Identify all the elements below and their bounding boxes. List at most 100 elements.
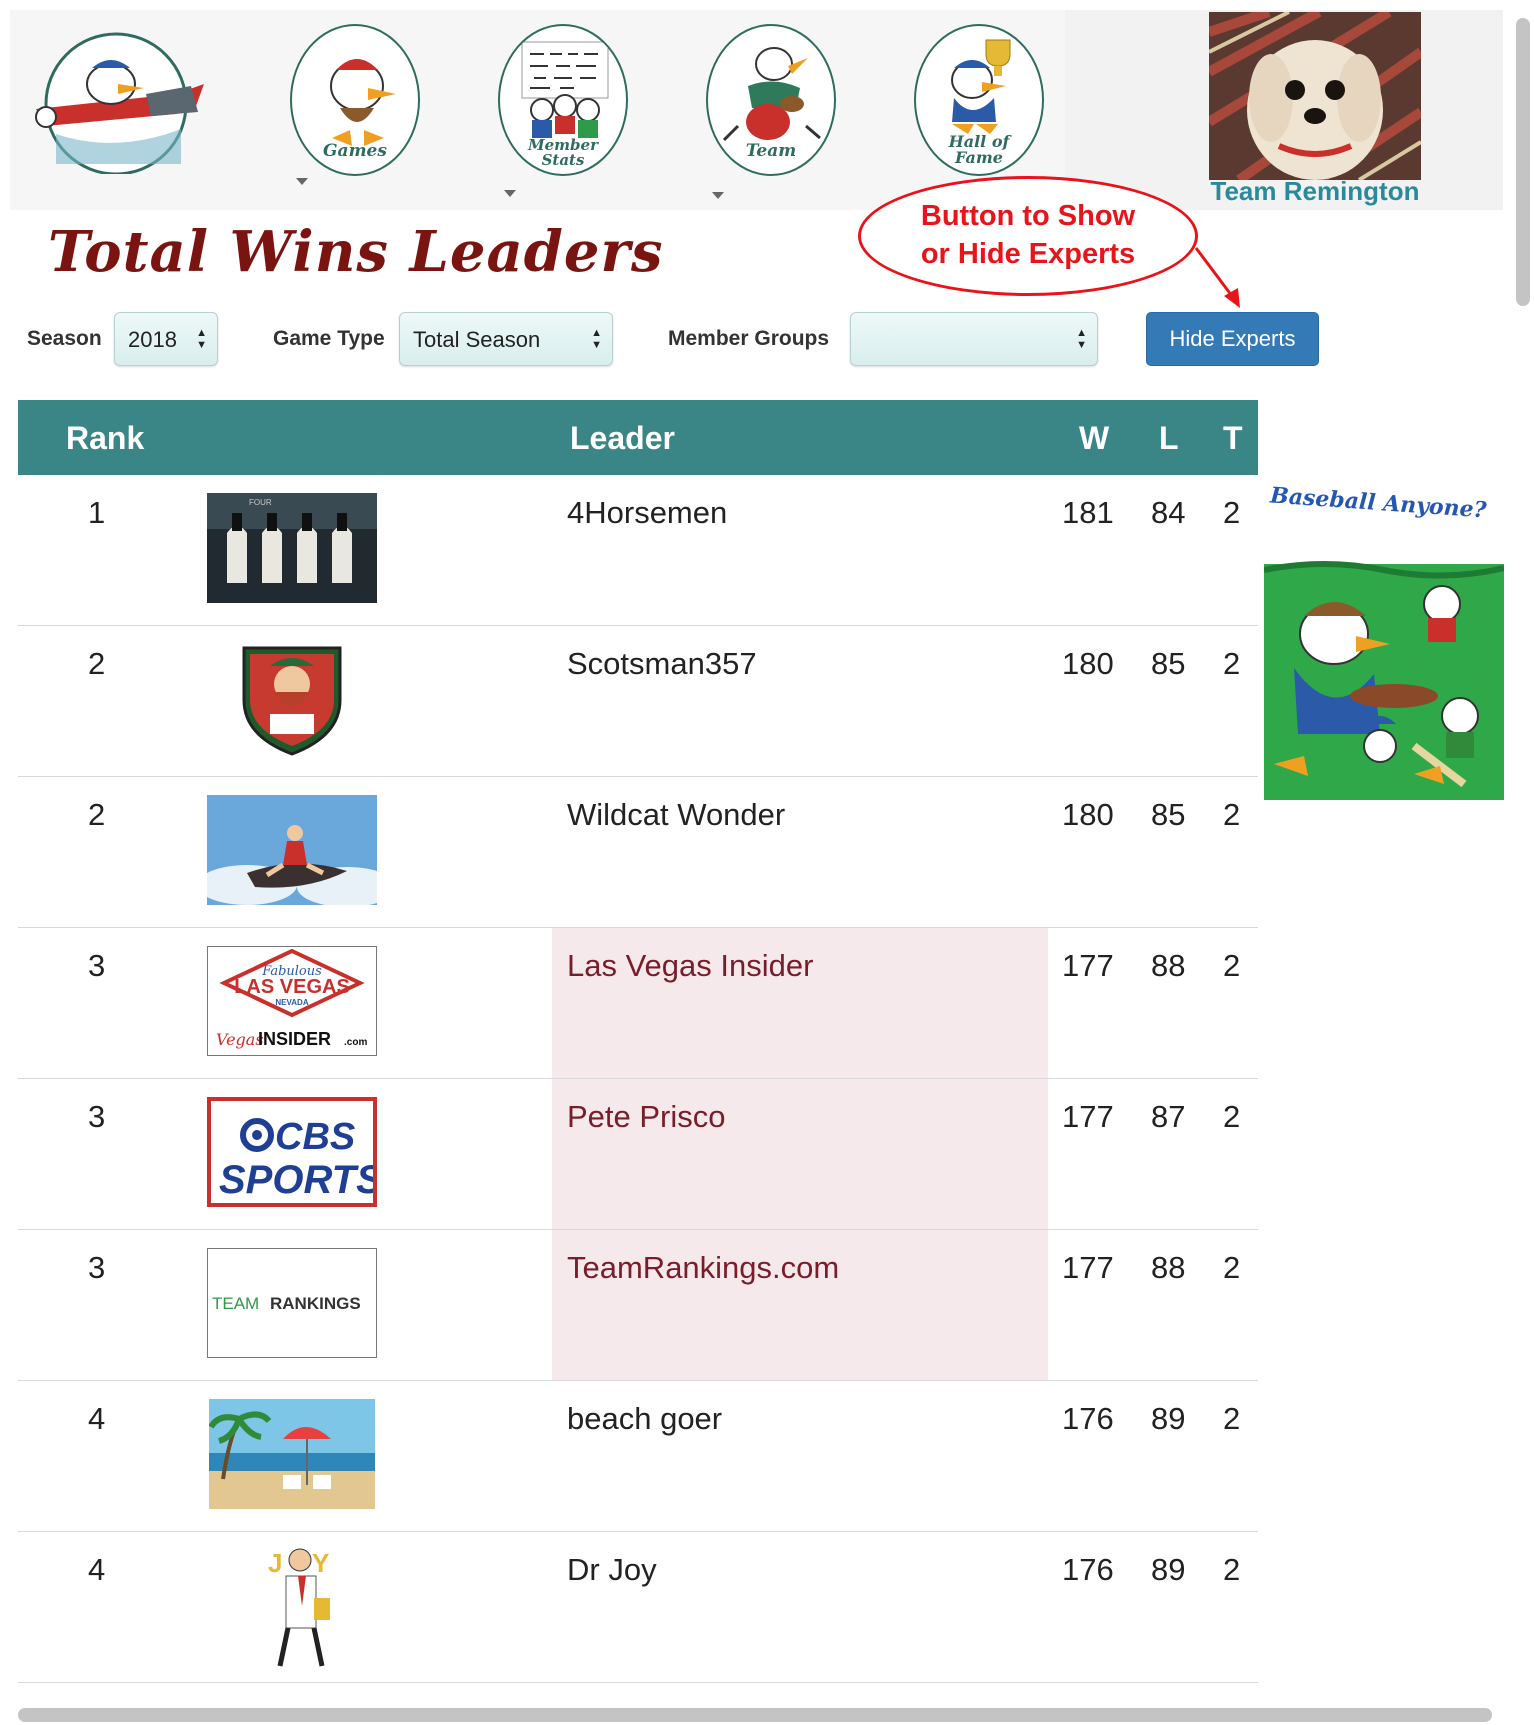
rank-cell: 4 [88,1401,106,1436]
beach-painting-avatar[interactable] [209,1399,375,1509]
ties-cell: 2 [1223,1401,1241,1436]
annotation-line-2: or Hide Experts [920,238,1136,270]
wins-cell: 176 [1062,1552,1114,1587]
leader-column-header[interactable]: Leader [570,420,675,456]
t-column-header[interactable]: T [1223,420,1243,456]
nav-games[interactable]: Games [290,24,420,176]
ties-cell: 2 [1223,948,1241,983]
member-groups-label: Member Groups [668,327,830,350]
losses-cell: 87 [1151,1099,1186,1134]
leader-name-link[interactable]: Scotsman357 [567,646,757,682]
wins-cell: 177 [1062,1250,1114,1285]
four-horsemen-text: FOUR [249,498,272,507]
cbs-text: CBS [275,1116,355,1158]
table-row: 2 Scotsman357 180 85 2 [18,626,1258,777]
wins-cell: 176 [1062,1401,1114,1436]
leader-name-link[interactable]: TeamRankings.com [567,1250,839,1286]
nav-hall-of-fame[interactable]: Hall of Fame [914,24,1044,176]
w-column-header[interactable]: W [1079,420,1109,456]
rank-cell: 3 [88,1099,106,1134]
team-dropdown-caret-icon[interactable] [712,192,724,199]
game-type-select[interactable]: Total Season ▲ ▼ [399,312,613,366]
teamrankings-logo[interactable]: TEAM RANKINGS [207,1248,377,1358]
ad-illustration [1264,484,1504,800]
games-dropdown-caret-icon[interactable] [296,178,308,185]
member-groups-select[interactable]: ▲ ▼ [850,312,1098,366]
ties-cell: 2 [1223,797,1241,832]
losses-cell: 84 [1151,495,1186,530]
game-type-label: Game Type [273,327,385,350]
four-horsemen-avatar[interactable]: FOUR [207,493,377,603]
scotsman-shield-avatar[interactable] [240,644,344,756]
select-arrows-icon: ▲ ▼ [196,327,207,351]
lv-insider-text: INSIDER [258,1029,331,1049]
rank-cell: 1 [88,495,106,530]
losses-cell: 88 [1151,948,1186,983]
season-label: Season [27,327,102,350]
member-stats-dropdown-caret-icon[interactable] [504,190,516,197]
season-select-value: 2018 [128,327,177,352]
hide-experts-button[interactable]: Hide Experts [1146,312,1319,366]
nav-member-stats[interactable]: Member Stats [498,24,628,176]
leader-name-link[interactable]: Wildcat Wonder [567,797,785,833]
cbs-sports-logo[interactable]: CBS SPORTS [207,1097,377,1207]
lv-las-vegas-text: LAS VEGAS [234,976,350,998]
nav-games-label: Games [323,141,387,161]
dr-joy-avatar[interactable]: J Y [258,1546,354,1670]
season-select[interactable]: 2018 ▲ ▼ [114,312,218,366]
losses-cell: 89 [1151,1552,1186,1587]
table-row-expert: 3 CBS SPORTS Pete Prisco 177 87 2 [18,1079,1258,1230]
leader-name-link[interactable]: beach goer [567,1401,722,1437]
leader-name-link[interactable]: Pete Prisco [567,1099,726,1135]
ties-cell: 2 [1223,646,1241,681]
joy-y-text: Y [312,1548,329,1578]
l-column-header[interactable]: L [1159,420,1179,456]
wins-cell: 180 [1062,646,1114,681]
rank-cell: 4 [88,1552,106,1587]
pinup-plane-avatar[interactable] [207,795,377,905]
nav-hall-of-fame-label: Hall of Fame [948,132,1010,167]
table-row: 1 FOUR 4Horsemen 181 84 2 [18,475,1258,626]
sports-text: SPORTS [219,1158,373,1202]
losses-cell: 85 [1151,797,1186,832]
baseball-anyone-ad[interactable]: Baseball Anyone? [1264,484,1504,800]
annotation-arrow-icon [1194,247,1240,308]
wins-cell: 181 [1062,495,1114,530]
annotation-line-1: Button to Show [920,200,1136,232]
select-arrows-icon: ▲ ▼ [1076,327,1087,351]
joy-j-text: J [268,1548,282,1578]
leader-name-link[interactable]: Las Vegas Insider [567,948,813,984]
lv-nevada-text: NEVADA [275,998,308,1007]
losses-cell: 88 [1151,1250,1186,1285]
team-avatar-photo[interactable] [1209,12,1421,180]
site-logo-plane[interactable] [26,24,216,176]
rankings-text: RANKINGS [270,1294,361,1313]
vertical-scrollbar-thumb[interactable] [1516,18,1530,306]
team-text: TEAM [212,1294,259,1313]
table-row-expert: 3 Fabulous LAS VEGAS NEVADA Vegas INSIDE… [18,928,1258,1079]
ties-cell: 2 [1223,495,1241,530]
nav-team-label: Team [745,141,797,161]
lv-com-text: .com [344,1037,367,1048]
las-vegas-insider-logo[interactable]: Fabulous LAS VEGAS NEVADA Vegas INSIDER … [207,946,377,1056]
leader-name-link[interactable]: Dr Joy [567,1552,657,1588]
losses-cell: 85 [1151,646,1186,681]
select-arrows-icon: ▲ ▼ [591,327,602,351]
horizontal-scrollbar-thumb[interactable] [18,1708,1492,1722]
wins-cell: 180 [1062,797,1114,832]
team-name-link[interactable]: Team Remington [1195,176,1435,206]
page-title: Total Wins Leaders [48,219,664,285]
nav-member-stats-label: Member Stats [528,136,598,169]
lv-vegas-script-text: Vegas [216,1030,264,1049]
annotation-callout-text: Button to Show or Hide Experts [858,197,1198,273]
table-row: 4 beach goer 176 89 2 [18,1381,1258,1532]
table-header-row: Rank Leader W L T [18,400,1258,475]
table-row: 4 J Y Dr Joy 176 89 2 [18,1532,1258,1683]
leader-name-link[interactable]: 4Horsemen [567,495,727,531]
rank-cell: 3 [88,1250,106,1285]
rank-cell: 2 [88,797,106,832]
ties-cell: 2 [1223,1099,1241,1134]
rank-column-header[interactable]: Rank [66,420,144,456]
table-row: 2 Wildcat Wonder 180 85 2 [18,777,1258,928]
nav-team[interactable]: Team [706,24,836,176]
